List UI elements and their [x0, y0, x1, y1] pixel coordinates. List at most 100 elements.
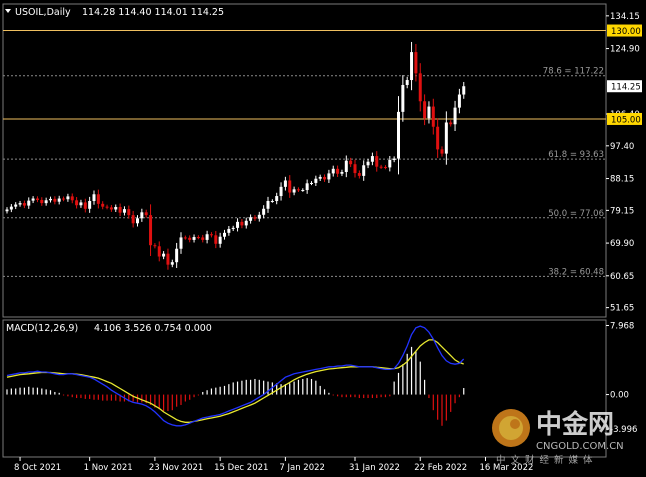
macd-values: 4.106 3.526 0.754 0.000 — [94, 323, 212, 334]
candle — [179, 232, 183, 254]
candle — [410, 41, 414, 91]
price-tick-label: 69.90 — [610, 239, 634, 249]
candle-body — [70, 196, 74, 201]
candle — [362, 160, 366, 181]
candle-body — [62, 198, 66, 200]
candle-body — [179, 237, 183, 249]
collapse-triangle-icon[interactable] — [5, 9, 11, 13]
candle-body — [231, 227, 235, 229]
fib-label: 78.6 = 117.22 — [543, 67, 604, 77]
candle — [231, 225, 235, 232]
candle — [205, 230, 209, 244]
candle — [153, 243, 157, 249]
candle — [227, 226, 231, 236]
macd-tick-label: -3.996 — [610, 425, 637, 435]
candle-body — [223, 232, 226, 237]
candle-body — [27, 200, 31, 206]
fib-label: 50.0 = 77.06 — [548, 209, 604, 219]
candle — [449, 120, 453, 127]
time-axis: 8 Oct 2021 1 Nov 2021 23 Nov 2021 15 Dec 20… — [14, 457, 533, 473]
candle — [240, 219, 244, 229]
candle — [423, 94, 427, 126]
candle — [214, 230, 218, 249]
candle-body — [357, 173, 361, 176]
candle — [331, 165, 335, 177]
candle-body — [188, 237, 192, 240]
candle — [149, 204, 153, 256]
candle-body — [410, 52, 414, 81]
price-tick-label: 97.40 — [610, 142, 634, 152]
macd-tick-label: 7.968 — [610, 321, 634, 331]
candle — [262, 205, 266, 219]
watermark-tagline: 中文财经新媒体 — [496, 454, 598, 466]
candle — [249, 214, 253, 224]
candle-body — [53, 198, 57, 202]
candle-body — [44, 200, 48, 204]
candle — [427, 101, 431, 124]
candle — [18, 200, 22, 207]
price-chart-canvas[interactable]: 78.6 = 117.22 61.8 = 93.63 50.0 = 77.06 38.… — [0, 0, 646, 477]
candle-body — [366, 161, 370, 166]
price-axis: 134.15124.90106.4097.4088.1579.1569.9060… — [606, 12, 642, 314]
candle-body — [270, 200, 274, 202]
candle — [35, 196, 39, 203]
candle-body — [336, 168, 340, 174]
candle-body — [436, 126, 440, 150]
candle-body — [340, 171, 344, 174]
candle — [383, 165, 387, 170]
candle — [405, 76, 409, 89]
candle — [218, 232, 222, 248]
candle — [101, 201, 105, 210]
candle — [44, 197, 48, 206]
price-tick-label: 51.65 — [610, 304, 634, 314]
candle-body — [205, 234, 209, 240]
candle — [310, 181, 313, 186]
candle-body — [18, 203, 22, 205]
candle-body — [92, 194, 96, 201]
candle-body — [127, 209, 131, 216]
candle-body — [353, 164, 357, 174]
time-tick-label: 23 Nov 2021 — [149, 463, 203, 473]
candle — [70, 193, 74, 204]
candle-body — [401, 84, 405, 112]
candle-body — [275, 196, 279, 201]
candle-body — [31, 198, 35, 201]
candle-body — [136, 218, 139, 224]
candle — [136, 215, 139, 227]
candle — [53, 196, 57, 205]
candle-body — [392, 158, 396, 160]
candle — [196, 235, 200, 240]
candle — [105, 204, 109, 210]
candle — [27, 197, 31, 209]
candle — [14, 202, 18, 210]
candle-body — [118, 207, 122, 213]
candle — [388, 155, 392, 172]
chart-frames — [2, 3, 607, 458]
candle — [453, 100, 457, 132]
candle-body — [175, 248, 179, 263]
candle — [436, 118, 440, 158]
time-tick-label: 15 Dec 2021 — [214, 463, 268, 473]
candle — [9, 204, 13, 213]
candle — [223, 229, 226, 240]
candle-body — [318, 176, 322, 179]
fib-label: 38.2 = 60.48 — [548, 267, 604, 277]
candle-body — [35, 198, 39, 200]
candle — [457, 88, 461, 114]
candle-body — [57, 198, 61, 202]
time-tick-label: 31 Jan 2022 — [349, 463, 400, 473]
candle — [270, 199, 274, 203]
candle-body — [5, 209, 9, 212]
candle-body — [131, 215, 135, 224]
candle — [75, 197, 79, 209]
candle-body — [209, 234, 213, 236]
symbol-title: USOIL,Daily — [15, 7, 71, 18]
candle-body — [418, 73, 422, 102]
candle — [118, 203, 122, 217]
candle-body — [249, 217, 253, 221]
candle-body — [144, 212, 148, 216]
candle-body — [370, 156, 374, 162]
candle-body — [109, 207, 113, 210]
candle — [370, 152, 374, 166]
candle-body — [362, 165, 366, 176]
